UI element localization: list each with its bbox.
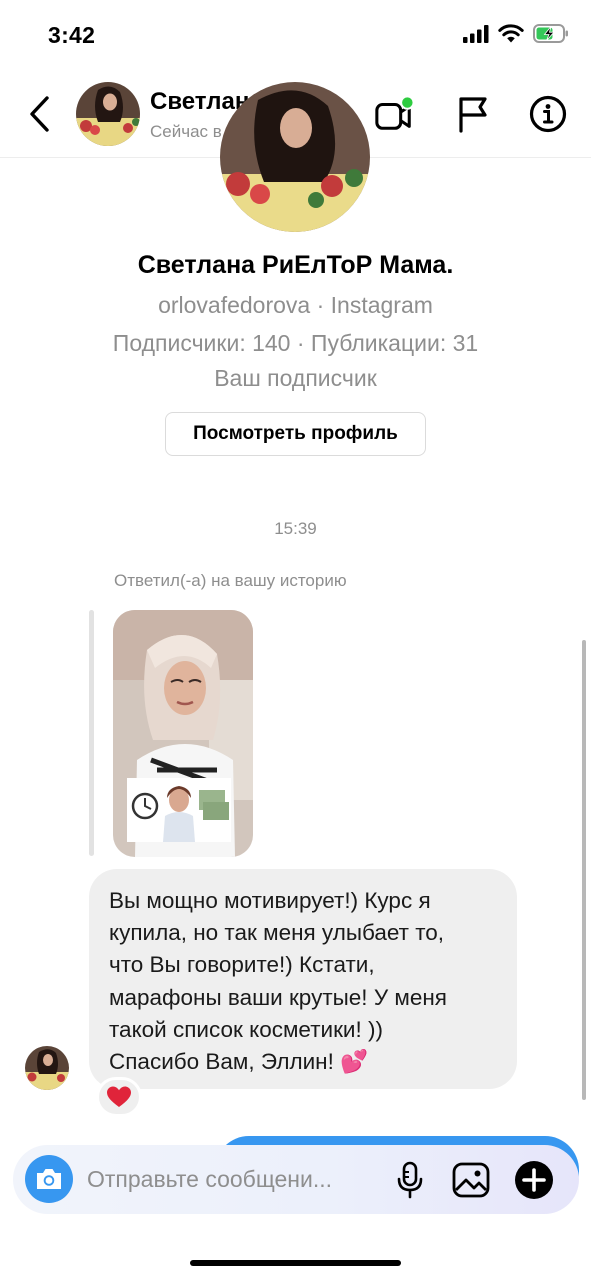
gallery-button[interactable] bbox=[450, 1159, 492, 1201]
heart-icon bbox=[107, 1086, 131, 1107]
sender-avatar[interactable] bbox=[25, 1046, 69, 1090]
scrollbar[interactable] bbox=[582, 640, 586, 1100]
message-line: что Вы говорите!) Кстати, bbox=[109, 952, 375, 978]
video-call-button[interactable] bbox=[374, 94, 414, 134]
camera-button[interactable] bbox=[25, 1155, 73, 1203]
back-button[interactable] bbox=[22, 94, 56, 134]
info-icon bbox=[529, 95, 567, 133]
incoming-message-bubble[interactable]: Вы мощно мотивирует!) Курс я купила, но … bbox=[89, 869, 517, 1089]
add-content-button[interactable] bbox=[513, 1159, 555, 1201]
header-avatar[interactable] bbox=[76, 82, 140, 146]
profile-stats: Подписчики: 140 · Публикации: 31 bbox=[112, 330, 479, 356]
camera-icon bbox=[37, 1169, 61, 1189]
quote-bar bbox=[89, 610, 94, 856]
profile-avatar[interactable] bbox=[220, 82, 370, 232]
report-button[interactable] bbox=[453, 94, 493, 134]
message-line: марафоны ваши крутые! У меня bbox=[109, 984, 447, 1010]
profile-handle: orlovafedorova · Instagram bbox=[158, 292, 433, 318]
voice-message-button[interactable] bbox=[389, 1159, 431, 1201]
message-composer bbox=[13, 1145, 579, 1214]
status-time: 3:42 bbox=[48, 22, 96, 48]
story-reply-label: Ответил(-а) на вашу историю bbox=[114, 571, 347, 590]
battery-charging-icon bbox=[533, 24, 569, 48]
status-bar: 3:42 bbox=[0, 0, 591, 72]
gallery-icon bbox=[452, 1162, 490, 1198]
plus-circle-icon bbox=[515, 1161, 553, 1199]
message-line: Спасибо Вам, Эллин! 💕 bbox=[109, 1049, 369, 1075]
video-call-icon bbox=[375, 95, 414, 130]
home-indicator bbox=[190, 1260, 401, 1266]
cellular-signal-icon bbox=[463, 24, 489, 48]
profile-name: Светлана РиЕлТоР Мама. bbox=[137, 251, 454, 279]
microphone-icon bbox=[397, 1161, 423, 1199]
heart-reaction[interactable] bbox=[96, 1077, 142, 1117]
message-input[interactable] bbox=[87, 1157, 377, 1201]
story-thumbnail[interactable] bbox=[113, 610, 253, 857]
info-button[interactable] bbox=[528, 94, 568, 134]
status-icons bbox=[463, 24, 569, 48]
profile-relation: Ваш подписчик bbox=[214, 365, 377, 391]
wifi-icon bbox=[498, 24, 524, 48]
chevron-left-icon bbox=[30, 96, 49, 132]
message-line: Вы мощно мотивирует!) Курс я bbox=[109, 888, 431, 913]
flag-icon bbox=[459, 97, 487, 133]
view-profile-button[interactable]: Посмотреть профиль bbox=[165, 412, 426, 456]
message-line: такой список косметики! )) bbox=[109, 1016, 383, 1042]
message-timestamp: 15:39 bbox=[274, 519, 317, 538]
message-line: купила, но так меня улыбает то, bbox=[109, 920, 445, 946]
